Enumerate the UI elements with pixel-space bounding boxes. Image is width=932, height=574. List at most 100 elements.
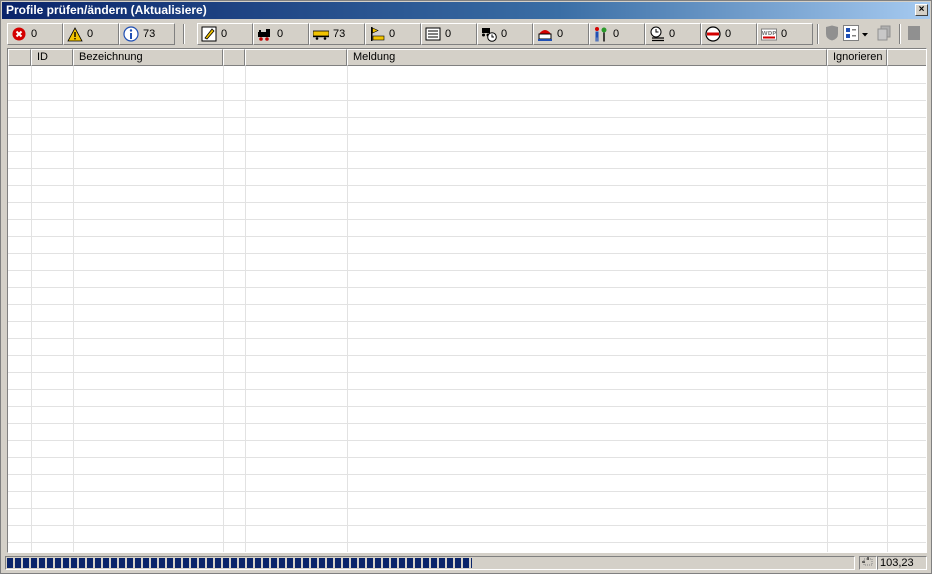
row-divider bbox=[8, 406, 926, 407]
column-divider bbox=[31, 66, 32, 552]
column-divider bbox=[827, 66, 828, 552]
timetable-icon bbox=[425, 26, 441, 42]
row-divider bbox=[8, 457, 926, 458]
main-window: Profile prüfen/ändern (Aktualisiere) × 0… bbox=[0, 0, 932, 574]
pencil-icon bbox=[201, 26, 217, 42]
wdp-count: 0 bbox=[781, 28, 788, 40]
close-button[interactable]: × bbox=[915, 4, 928, 16]
chevron-down-icon bbox=[862, 28, 868, 40]
info-icon bbox=[123, 26, 139, 42]
station-count: 0 bbox=[557, 28, 564, 40]
warnings-count: 0 bbox=[87, 28, 94, 40]
column-header-meldung[interactable]: Meldung bbox=[347, 49, 827, 66]
filter-loco-clock-button[interactable]: 0 bbox=[477, 23, 533, 45]
row-divider bbox=[8, 117, 926, 118]
shield-icon bbox=[825, 25, 839, 44]
row-divider bbox=[8, 508, 926, 509]
row-divider bbox=[8, 372, 926, 373]
row-divider bbox=[8, 491, 926, 492]
row-divider bbox=[8, 100, 926, 101]
svg-text:WDP: WDP bbox=[762, 31, 777, 37]
toolbar-separator bbox=[183, 24, 185, 44]
filter-timetable-button[interactable]: 0 bbox=[421, 23, 477, 45]
filter-schedule-button[interactable]: 0 bbox=[645, 23, 701, 45]
locomotive-count: 0 bbox=[277, 28, 284, 40]
row-divider bbox=[8, 355, 926, 356]
timetable-count: 0 bbox=[445, 28, 452, 40]
row-divider bbox=[8, 185, 926, 186]
error-icon bbox=[11, 26, 27, 42]
copy-button[interactable] bbox=[875, 24, 893, 44]
row-divider bbox=[8, 321, 926, 322]
title-bar: Profile prüfen/ändern (Aktualisiere) × bbox=[2, 2, 930, 19]
row-divider bbox=[8, 440, 926, 441]
window-title: Profile prüfen/ändern (Aktualisiere) bbox=[6, 3, 207, 17]
column-header-bezeichnung[interactable]: Bezeichnung bbox=[73, 49, 223, 66]
row-divider bbox=[8, 542, 926, 543]
no-entry-icon bbox=[705, 26, 721, 42]
column-header-filler bbox=[887, 49, 926, 66]
messages-table[interactable]: ID Bezeichnung Meldung Ignorieren bbox=[7, 48, 927, 553]
shield-button[interactable] bbox=[823, 24, 841, 44]
toolbar-separator bbox=[899, 24, 901, 44]
filter-signal-button[interactable]: 0 bbox=[365, 23, 421, 45]
signal-icon bbox=[369, 26, 385, 42]
warning-icon bbox=[67, 26, 83, 42]
column-header-select[interactable] bbox=[8, 49, 31, 66]
copy-icon bbox=[876, 25, 892, 44]
loco-clock-count: 0 bbox=[501, 28, 508, 40]
column-divider bbox=[223, 66, 224, 552]
row-divider bbox=[8, 83, 926, 84]
column-header-type[interactable] bbox=[245, 49, 347, 66]
column-header-id[interactable]: ID bbox=[31, 49, 73, 66]
restriction-count: 0 bbox=[725, 28, 732, 40]
personnel-icon bbox=[593, 26, 609, 42]
station-icon bbox=[537, 26, 553, 42]
column-divider bbox=[245, 66, 246, 552]
column-header-ignorieren[interactable]: Ignorieren bbox=[827, 49, 887, 66]
filter-station-button[interactable]: 0 bbox=[533, 23, 589, 45]
filter-errors-button[interactable]: 0 bbox=[7, 23, 63, 45]
locomotive-icon bbox=[257, 26, 273, 42]
row-divider bbox=[8, 525, 926, 526]
wdp-icon: WDP bbox=[761, 26, 777, 42]
filter-infos-button[interactable]: 73 bbox=[119, 23, 175, 45]
filter-wdp-button[interactable]: WDP 0 bbox=[757, 23, 813, 45]
column-divider bbox=[887, 66, 888, 552]
row-divider bbox=[8, 270, 926, 271]
filter-toolbar: 0 0 73 0 0 73 0 0 0 0 0 0 0 WDP 0 bbox=[3, 21, 929, 47]
resize-grip bbox=[859, 556, 877, 570]
signal-count: 0 bbox=[389, 28, 396, 40]
filter-locomotive-button[interactable]: 0 bbox=[253, 23, 309, 45]
row-divider bbox=[8, 253, 926, 254]
progress-fill bbox=[7, 558, 472, 568]
filter-edit-button[interactable]: 0 bbox=[197, 23, 253, 45]
row-divider bbox=[8, 202, 926, 203]
filter-warnings-button[interactable]: 0 bbox=[63, 23, 119, 45]
schedule-icon bbox=[649, 26, 665, 42]
column-header-flag[interactable] bbox=[223, 49, 245, 66]
view-options-dropdown[interactable] bbox=[843, 24, 871, 44]
row-divider bbox=[8, 423, 926, 424]
progress-bar bbox=[5, 556, 855, 570]
filter-wagon-button[interactable]: 73 bbox=[309, 23, 365, 45]
wagon-count: 73 bbox=[333, 28, 346, 40]
row-divider bbox=[8, 338, 926, 339]
filter-personnel-button[interactable]: 0 bbox=[589, 23, 645, 45]
personnel-count: 0 bbox=[613, 28, 620, 40]
toolbar-separator bbox=[817, 24, 819, 44]
row-divider bbox=[8, 168, 926, 169]
coordinates-readout: 103,23 bbox=[877, 556, 927, 570]
bookmark-icon bbox=[907, 25, 921, 44]
filter-restriction-button[interactable]: 0 bbox=[701, 23, 757, 45]
bookmark-button[interactable] bbox=[905, 24, 923, 44]
cursor-position-icon bbox=[862, 557, 874, 570]
status-bar: 103,23 bbox=[3, 554, 929, 572]
row-divider bbox=[8, 304, 926, 305]
wagon-icon bbox=[313, 26, 329, 42]
row-divider bbox=[8, 236, 926, 237]
infos-count: 73 bbox=[143, 28, 156, 40]
row-divider bbox=[8, 287, 926, 288]
row-divider bbox=[8, 474, 926, 475]
row-divider bbox=[8, 389, 926, 390]
